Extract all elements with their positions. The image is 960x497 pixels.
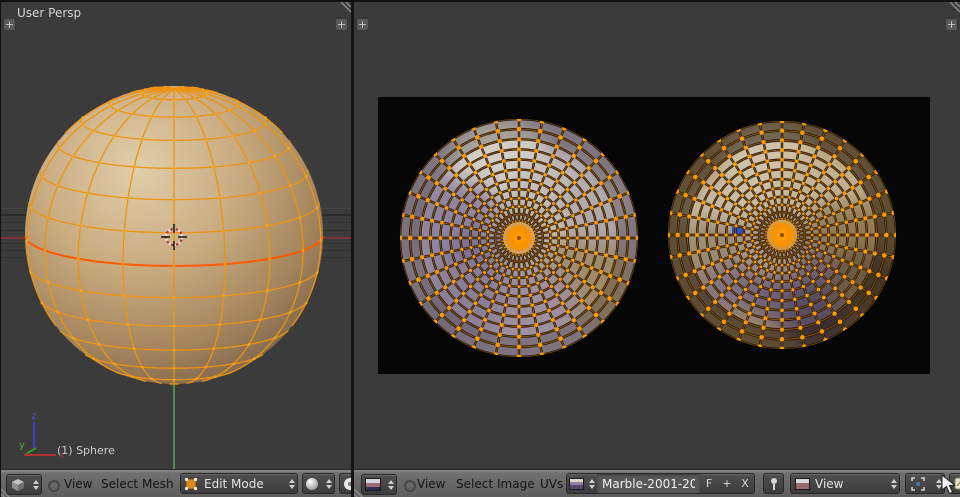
new-image-button[interactable]: + (718, 473, 737, 494)
view-mode-label: View (815, 477, 888, 491)
menu-select[interactable]: Select (456, 470, 493, 497)
uv-unwrap-overlay (378, 97, 930, 374)
stepper-arrows-icon (586, 475, 597, 492)
axis-z-label: z (31, 411, 36, 422)
blender-window: User Persp z y x (1) Sphere + + (0, 0, 960, 497)
viewport-shading-dropdown[interactable] (302, 473, 335, 494)
sphere-mesh-edit-mode (1, 2, 351, 469)
mode-dropdown[interactable]: Edit Mode (180, 473, 298, 494)
uv-image-editor-viewport[interactable]: + + (354, 2, 960, 469)
uv-pivot-button[interactable] (905, 473, 931, 494)
menu-select[interactable]: Select (101, 470, 138, 497)
editor-type-button[interactable] (6, 474, 42, 495)
image-name-value: Marble-2001-2002.jpg (602, 477, 695, 491)
editor-type-button[interactable] (361, 474, 397, 495)
collapse-menus-toggle-icon[interactable] (404, 480, 416, 492)
image-canvas[interactable] (378, 97, 930, 374)
viewport-3d[interactable]: User Persp z y x (1) Sphere + + (1, 2, 351, 469)
image-editor-icon (365, 478, 381, 491)
view-mode-icon (795, 478, 810, 490)
stepper-arrows-icon (323, 475, 334, 492)
viewport-3d-area: User Persp z y x (1) Sphere + + (1, 2, 351, 497)
stepper-arrows-icon (30, 476, 41, 493)
browse-image-dropdown[interactable] (566, 473, 598, 494)
area-corner-grip-icon[interactable] (337, 2, 351, 16)
fake-user-button[interactable]: F (700, 473, 719, 494)
pivot-point-dropdown[interactable] (339, 473, 351, 494)
mouse-cursor (941, 474, 958, 496)
pin-icon (768, 477, 780, 491)
uv-image-editor-header: View Select Image UVs Marble-2001-2002.j… (354, 469, 960, 497)
image-thumbnail-icon (569, 478, 584, 490)
pin-image-toggle[interactable] (763, 473, 784, 494)
expand-properties-button[interactable]: + (335, 18, 348, 31)
collapse-menus-toggle-icon[interactable] (48, 480, 60, 492)
expand-toolshelf-button[interactable]: + (3, 18, 16, 31)
image-name-field[interactable]: Marble-2001-2002.jpg (597, 473, 701, 494)
menu-mesh[interactable]: Mesh (142, 470, 174, 497)
menu-view[interactable]: View (64, 470, 92, 497)
view-name-label: User Persp (17, 6, 81, 20)
pivot-2d-cursor-icon (910, 476, 926, 492)
stepper-arrows-icon (888, 475, 899, 492)
stepper-arrows-icon (385, 476, 396, 493)
menu-image[interactable]: Image (497, 470, 535, 497)
unlink-image-button[interactable]: X (736, 473, 755, 494)
expand-toolshelf-button[interactable]: + (356, 18, 369, 31)
viewport-3d-header: View Select Mesh Edit Mode (1, 469, 351, 497)
edit-mode-icon (184, 477, 198, 491)
cube-3dview-icon (10, 478, 26, 492)
active-object-label: (1) Sphere (57, 444, 115, 457)
uv-image-editor-area: + + View Select (354, 2, 960, 497)
display-mode-dropdown[interactable]: View (790, 473, 900, 494)
window-border (0, 0, 960, 2)
pivot-sphere-icon (343, 477, 351, 491)
expand-properties-button[interactable]: + (945, 18, 958, 31)
area-corner-grip-icon[interactable] (946, 2, 960, 16)
menu-view[interactable]: View (417, 470, 445, 497)
menu-uvs[interactable]: UVs (540, 470, 563, 497)
shading-sphere-icon (305, 477, 319, 491)
axis-y-label: y (19, 440, 25, 451)
stepper-arrows-icon (286, 475, 297, 492)
mode-label: Edit Mode (204, 477, 286, 491)
